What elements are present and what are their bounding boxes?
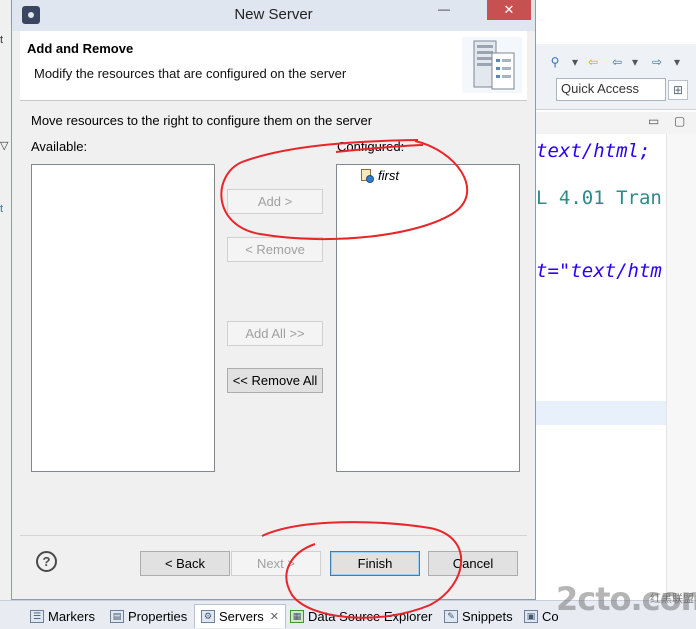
tab-label: Properties (128, 608, 188, 624)
configured-list[interactable]: first (336, 164, 520, 472)
dropdown-icon[interactable]: ▾ (566, 54, 584, 70)
help-icon[interactable]: ? (36, 551, 57, 572)
tab-properties[interactable]: ▤ Properties (110, 606, 187, 626)
tab-servers[interactable]: ⚙ Servers ✕ (194, 604, 287, 628)
list-item[interactable]: first (361, 168, 399, 183)
tab-console[interactable]: ▣ Co (524, 606, 559, 626)
search-icon[interactable]: ⚲ (546, 54, 564, 70)
code-line: t="text/htm (536, 260, 662, 282)
tab-label: Snippets (462, 608, 513, 624)
footer-separator (20, 535, 527, 536)
dialog-title: New Server (234, 6, 313, 23)
ide-left-fragment: t (0, 34, 4, 46)
web-project-icon (361, 169, 374, 183)
servers-icon: ⚙ (201, 610, 215, 623)
instruction-text: Move resources to the right to configure… (31, 113, 373, 128)
code-editor[interactable]: text/html; L 4.01 Tran t="text/htm (536, 134, 666, 434)
markers-icon: ☰ (30, 609, 44, 623)
available-list[interactable] (31, 164, 215, 472)
remove-button[interactable]: < Remove (227, 237, 323, 262)
data-source-icon: ▦ (290, 609, 304, 623)
ide-left-fragment[interactable]: ▽ (0, 139, 8, 152)
tab-snippets[interactable]: ✎ Snippets (444, 606, 513, 626)
dialog-titlebar[interactable]: New Server — ✕ (12, 0, 535, 31)
wizard-header: Add and Remove Modify the resources that… (20, 31, 527, 101)
add-all-button[interactable]: Add All >> (227, 321, 323, 346)
minimize-icon[interactable]: ▭ (648, 114, 659, 128)
tab-data-source-explorer[interactable]: ▦ Data Source Explorer (290, 606, 432, 626)
editor-toolbar: ▭ ▢ (536, 112, 696, 134)
available-label: Available: (31, 139, 88, 154)
project-name: first (378, 168, 399, 183)
current-line-highlight (536, 401, 666, 425)
quick-access-input[interactable]: Quick Access (556, 78, 666, 101)
ide-left-fragment: t (0, 203, 4, 215)
forward-icon[interactable]: ⇨ (648, 54, 666, 70)
page-description: Modify the resources that are configured… (34, 66, 347, 81)
snippets-icon: ✎ (444, 609, 458, 623)
dropdown-icon[interactable]: ▾ (626, 54, 644, 70)
tab-markers[interactable]: ☰ Markers (30, 606, 95, 626)
tab-label: Markers (48, 608, 95, 624)
maximize-icon[interactable]: ▢ (674, 114, 685, 128)
cancel-button[interactable]: Cancel (428, 551, 518, 576)
code-line: L 4.01 Tran (536, 187, 662, 209)
dropdown-icon[interactable]: ▾ (668, 54, 686, 70)
site-watermark: 2cto.com 红黑联盟 (556, 580, 696, 620)
properties-icon: ▤ (110, 609, 124, 623)
last-edit-icon[interactable]: ⇦ (584, 54, 602, 70)
next-button[interactable]: Next > (231, 551, 321, 576)
new-server-dialog: New Server — ✕ Add and Remove Modify the… (11, 0, 536, 600)
close-tab-icon[interactable]: ✕ (270, 610, 279, 623)
tab-label: Data Source Explorer (308, 608, 433, 624)
remove-all-button[interactable]: << Remove All (227, 368, 323, 393)
open-perspective-icon[interactable]: ⊞ (668, 80, 688, 100)
back-icon[interactable]: ⇦ (608, 54, 626, 70)
editor-overview-ruler (666, 134, 696, 600)
console-icon: ▣ (524, 609, 538, 623)
configured-label: Configured: (337, 139, 405, 154)
minimize-button[interactable]: — (434, 3, 454, 19)
finish-button[interactable]: Finish (330, 551, 420, 576)
watermark-small: 红黑联盟 (650, 593, 694, 605)
tab-label: Servers (219, 609, 264, 624)
code-line: text/html; (536, 140, 651, 162)
page-title: Add and Remove (27, 41, 134, 56)
back-button[interactable]: < Back (140, 551, 230, 576)
server-banner-icon (462, 37, 522, 93)
add-button[interactable]: Add > (227, 189, 323, 214)
close-button[interactable]: ✕ (487, 0, 531, 20)
